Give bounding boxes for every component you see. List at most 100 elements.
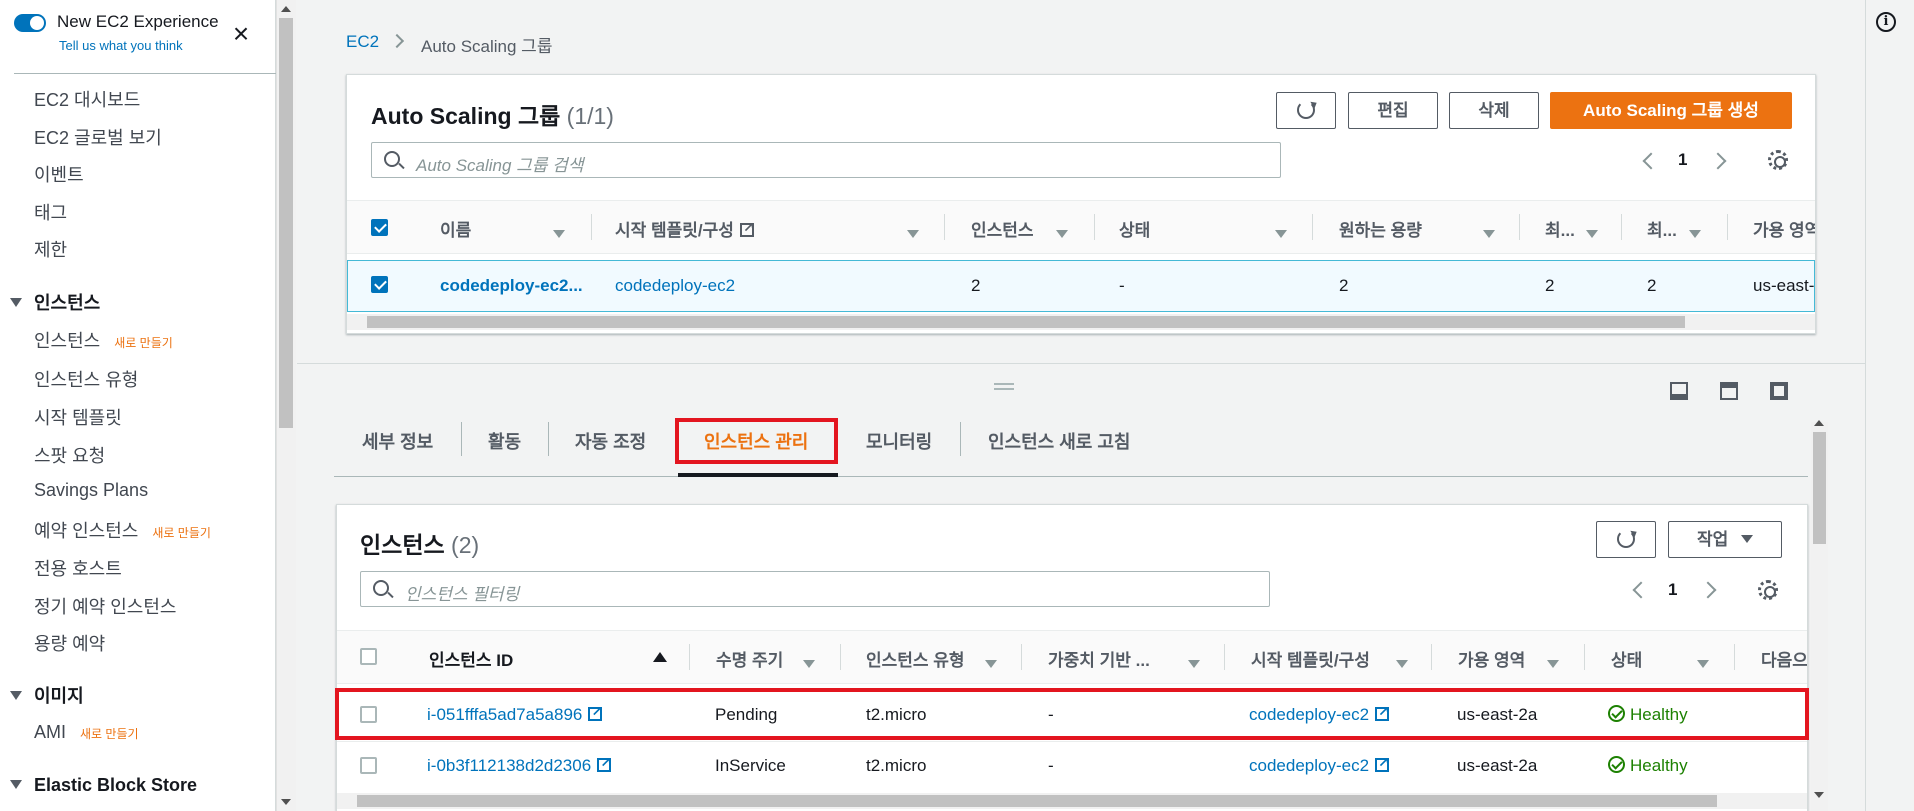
info-icon[interactable]: i (1876, 12, 1896, 32)
tab-details[interactable]: 세부 정보 (362, 428, 433, 454)
sort-icon[interactable] (803, 655, 815, 673)
sort-icon[interactable] (553, 225, 565, 243)
col-launch-template[interactable]: 시작 템플릿/구성 (615, 216, 755, 241)
resize-handle-icon[interactable] (994, 383, 1014, 385)
asg-scrollbar-thumb[interactable] (367, 316, 1685, 328)
column-divider (1727, 214, 1728, 240)
sidebar-item-launch-templates[interactable]: 시작 템플릿 (34, 404, 122, 430)
sort-icon[interactable] (907, 225, 919, 243)
instances-select-all-checkbox[interactable] (360, 648, 377, 665)
asg-refresh-button[interactable] (1276, 92, 1336, 129)
instances-refresh-button[interactable] (1596, 521, 1656, 558)
new-experience-toggle[interactable] (14, 14, 46, 32)
sidebar-item-dashboard[interactable]: EC2 대시보드 (34, 86, 140, 112)
sort-icon[interactable] (1689, 225, 1701, 243)
col-next[interactable]: 다음으 (1761, 646, 1807, 671)
sidebar-section-ebs[interactable]: Elastic Block Store (10, 775, 197, 796)
col-instances[interactable]: 인스턴스 (971, 216, 1034, 241)
col-name[interactable]: 이름 (440, 216, 471, 241)
sort-icon[interactable] (1188, 655, 1200, 673)
asg-delete-button[interactable]: 삭제 (1449, 92, 1539, 129)
main-scrollbar-thumb[interactable] (1813, 432, 1826, 544)
asg-page-number[interactable]: 1 (1678, 150, 1687, 170)
tab-instance-refresh[interactable]: 인스턴스 새로 고침 (988, 428, 1130, 454)
col-lifecycle[interactable]: 수명 주기 (716, 646, 783, 671)
sidebar-section-instances[interactable]: 인스턴스 (10, 289, 100, 315)
close-icon[interactable]: × (228, 20, 254, 48)
sidebar-item-savings-plans[interactable]: Savings Plans (34, 480, 148, 501)
instance-id-link[interactable]: i-0b3f112138d2d2306 (427, 754, 612, 776)
sort-ascending-icon[interactable] (653, 652, 667, 662)
col-weighted-capacity[interactable]: 가중치 기반 ... (1048, 646, 1150, 671)
col-availability-zone[interactable]: 가용 영역 (1458, 646, 1525, 671)
sort-icon[interactable] (1275, 225, 1287, 243)
tab-auto-scaling[interactable]: 자동 조정 (575, 428, 646, 454)
col-desired-capacity[interactable]: 원하는 용량 (1339, 216, 1422, 241)
tab-divider (461, 422, 462, 456)
sort-icon[interactable] (1586, 225, 1598, 243)
col-instance-id[interactable]: 인스턴스 ID (429, 646, 513, 671)
sidebar-item-scheduled-instances[interactable]: 정기 예약 인스턴스 (34, 593, 176, 619)
sort-icon[interactable] (1547, 655, 1559, 673)
column-divider (1519, 214, 1520, 240)
sidebar-item-tags[interactable]: 태그 (34, 199, 67, 225)
breadcrumb-ec2[interactable]: EC2 (346, 32, 379, 52)
sort-icon[interactable] (1483, 225, 1495, 243)
sidebar-item-instances[interactable]: 인스턴스 새로 만들기 (34, 327, 173, 353)
col-instance-type[interactable]: 인스턴스 유형 (866, 646, 965, 671)
col-min[interactable]: 최... (1545, 216, 1575, 241)
sidebar-item-dedicated-hosts[interactable]: 전용 호스트 (34, 555, 122, 581)
settings-gear-icon[interactable] (1768, 150, 1788, 170)
sidebar-item-reserved-instances[interactable]: 예약 인스턴스 새로 만들기 (34, 517, 211, 543)
col-max[interactable]: 최... (1647, 216, 1677, 241)
weight-value: - (1048, 756, 1054, 775)
asg-row-checkbox[interactable] (371, 276, 388, 293)
sidebar-item-events[interactable]: 이벤트 (34, 161, 84, 187)
asg-select-all-checkbox[interactable] (371, 219, 388, 236)
tab-monitoring[interactable]: 모니터링 (866, 428, 932, 454)
asg-edit-button[interactable]: 편집 (1348, 92, 1438, 129)
sort-icon[interactable] (985, 655, 997, 673)
instances-scrollbar-thumb[interactable] (357, 795, 1717, 807)
instances-filter-input[interactable]: 인스턴스 필터링 (360, 571, 1270, 607)
scroll-down-icon[interactable] (281, 799, 291, 805)
asg-template-link[interactable]: codedeploy-ec2 (615, 276, 735, 296)
col-availability-zone[interactable]: 가용 영역 (1753, 216, 1815, 241)
search-icon (373, 580, 389, 596)
scroll-up-icon[interactable] (281, 6, 291, 12)
asg-name-link[interactable]: codedeploy-ec2... (440, 276, 583, 296)
instances-page-number[interactable]: 1 (1668, 580, 1677, 600)
settings-gear-icon[interactable] (1758, 580, 1778, 600)
template-link[interactable]: codedeploy-ec2 (1249, 754, 1390, 776)
sidebar-item-limits[interactable]: 제한 (34, 236, 67, 262)
col-health-status[interactable]: 상태 (1611, 646, 1642, 671)
sidebar-item-ami[interactable]: AMI 새로 만들기 (34, 722, 139, 743)
panel-split-icon[interactable] (1720, 382, 1738, 400)
tab-activity[interactable]: 활동 (488, 428, 521, 454)
tab-divider (960, 422, 961, 456)
scroll-down-icon[interactable] (1814, 792, 1824, 798)
column-divider (1224, 644, 1225, 670)
panel-full-icon[interactable] (1770, 382, 1788, 400)
feedback-link[interactable]: Tell us what you think (59, 38, 183, 53)
sidebar-section-images[interactable]: 이미지 (10, 682, 84, 708)
sidebar-item-spot-requests[interactable]: 스팟 요청 (34, 442, 105, 468)
sidebar-item-capacity-reservations[interactable]: 용량 예약 (34, 630, 105, 656)
sort-icon[interactable] (1056, 225, 1068, 243)
col-status[interactable]: 상태 (1119, 216, 1150, 241)
sidebar-item-instance-types[interactable]: 인스턴스 유형 (34, 366, 138, 392)
col-launch-template[interactable]: 시작 템플릿/구성 (1251, 646, 1370, 671)
row-checkbox[interactable] (360, 757, 377, 774)
asg-search-input[interactable]: Auto Scaling 그룹 검색 (371, 142, 1281, 178)
asg-min-value: 2 (1545, 276, 1555, 295)
check-circle-icon (1608, 756, 1625, 773)
sidebar-scrollbar-thumb[interactable] (279, 18, 293, 428)
sidebar-item-global-view[interactable]: EC2 글로벌 보기 (34, 124, 162, 150)
column-divider (1584, 644, 1585, 670)
panel-bottom-icon[interactable] (1670, 382, 1688, 400)
sort-icon[interactable] (1396, 655, 1408, 673)
sort-icon[interactable] (1697, 655, 1709, 673)
actions-dropdown-button[interactable]: 작업 (1668, 521, 1782, 558)
scroll-up-icon[interactable] (1814, 420, 1824, 426)
create-asg-button[interactable]: Auto Scaling 그룹 생성 (1550, 92, 1792, 129)
